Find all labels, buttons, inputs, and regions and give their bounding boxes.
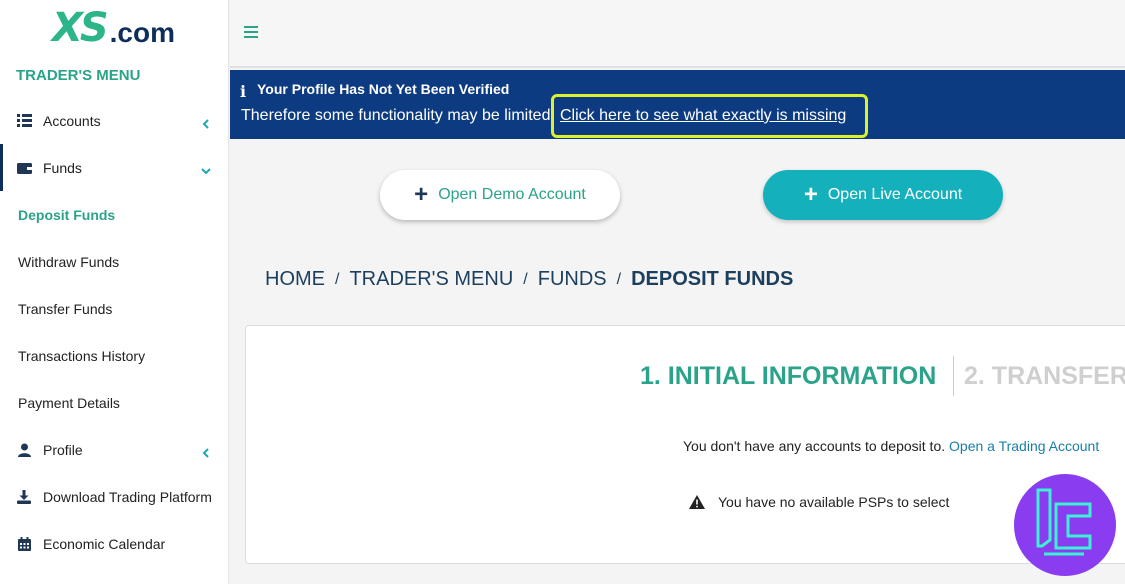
breadcrumb-separator: / (335, 270, 340, 288)
no-accounts-message: You don't have any accounts to deposit t… (683, 438, 1099, 454)
no-psp-message: You have no available PSPs to select (689, 494, 949, 510)
deposit-card: 1. INITIAL INFORMATION 2. TRANSFER You d… (245, 325, 1125, 564)
sidebar-subitem-payment-details[interactable]: Payment Details (0, 379, 229, 426)
breadcrumb-funds[interactable]: FUNDS (538, 268, 607, 291)
chevron-left-icon (201, 445, 211, 458)
banner-message: Therefore some functionality may be limi… (241, 107, 555, 124)
xs-logo[interactable]: XS .com (52, 4, 175, 48)
calendar-icon (16, 536, 32, 552)
plus-icon: + (414, 181, 429, 208)
sidebar-nav: Accounts Funds Deposit Funds Withdraw Fu… (0, 97, 229, 567)
list-icon (16, 113, 32, 129)
sidebar-item-funds[interactable]: Funds (0, 144, 229, 191)
plus-icon: + (803, 181, 818, 208)
breadcrumb-current: DEPOSIT FUNDS (631, 268, 794, 290)
sidebar-item-label: Accounts (43, 112, 101, 129)
chevron-left-icon (201, 116, 211, 129)
logo-suffix: .com (109, 17, 176, 48)
chevron-down-icon (201, 163, 211, 174)
verification-banner: i Your Profile Has Not Yet Been Verified… (230, 70, 1125, 139)
open-demo-account-label: Open Demo Account (438, 186, 586, 203)
hamburger-menu-icon[interactable] (244, 26, 258, 38)
open-live-account-button[interactable]: + Open Live Account (763, 170, 1003, 220)
missing-info-link[interactable]: Click here to see what exactly is missin… (560, 107, 846, 125)
step-initial-information: 1. INITIAL INFORMATION (640, 362, 937, 390)
breadcrumb-traders-menu[interactable]: TRADER'S MENU (349, 268, 513, 291)
sidebar-subitem-transactions-history[interactable]: Transactions History (0, 332, 229, 379)
top-bar (230, 0, 1125, 68)
sidebar-item-profile[interactable]: Profile (0, 426, 229, 473)
user-icon (16, 442, 32, 458)
no-psp-text: You have no available PSPs to select (718, 494, 950, 510)
sidebar-item-label: Download Trading Platform (43, 488, 212, 505)
open-demo-account-button[interactable]: + Open Demo Account (380, 170, 620, 220)
step-divider (953, 356, 954, 396)
logo-mark: XS (52, 5, 109, 51)
breadcrumb-separator: / (523, 270, 528, 288)
info-icon: i (240, 82, 247, 101)
wallet-icon (16, 160, 32, 176)
sidebar-subitem-withdraw-funds[interactable]: Withdraw Funds (0, 238, 229, 285)
breadcrumb-home[interactable]: HOME (265, 268, 325, 291)
sidebar-item-label: Economic Calendar (43, 535, 166, 552)
open-trading-account-link[interactable]: Open a Trading Account (949, 438, 1099, 454)
breadcrumb-separator: / (616, 270, 622, 288)
no-accounts-text: You don't have any accounts to deposit t… (683, 438, 946, 454)
sidebar-item-accounts[interactable]: Accounts (0, 97, 229, 144)
sidebar-item-download-platform[interactable]: Download Trading Platform (0, 473, 229, 520)
banner-title: Your Profile Has Not Yet Been Verified (257, 81, 510, 97)
open-live-account-label: Open Live Account (827, 186, 963, 203)
sidebar-item-label: Profile (43, 441, 83, 458)
breadcrumb: HOME / TRADER'S MENU / FUNDS / DEPOSIT F… (265, 268, 793, 291)
sidebar-subitem-deposit-funds[interactable]: Deposit Funds (0, 191, 229, 238)
sidebar-item-economic-calendar[interactable]: Economic Calendar (0, 520, 229, 567)
watermark-logo (1014, 474, 1116, 576)
sidebar-subitem-transfer-funds[interactable]: Transfer Funds (0, 285, 229, 332)
menu-title: TRADER'S MENU (16, 67, 141, 84)
warning-icon (689, 495, 705, 509)
step-transfer: 2. TRANSFER (964, 362, 1125, 390)
sidebar: XS .com TRADER'S MENU Accounts Funds Dep… (0, 0, 229, 584)
download-icon (16, 489, 32, 505)
sidebar-item-label: Funds (43, 159, 82, 176)
